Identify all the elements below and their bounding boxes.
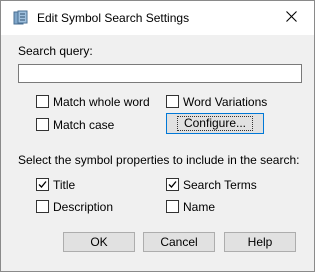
checkmark-icon <box>168 181 177 188</box>
configure-button[interactable]: Configure... <box>166 113 264 134</box>
ok-button[interactable]: OK <box>63 232 135 252</box>
close-icon <box>285 11 297 25</box>
configure-button-label: Configure... <box>176 116 254 131</box>
search-query-label: Search query: <box>18 44 93 58</box>
search-terms-label[interactable]: Search Terms <box>183 178 257 192</box>
search-terms-checkbox[interactable] <box>166 178 179 191</box>
ok-button-label: OK <box>90 235 108 249</box>
search-settings-icon <box>13 10 29 26</box>
help-button[interactable]: Help <box>224 232 296 252</box>
properties-label: Select the symbol properties to include … <box>18 153 300 167</box>
word-variations-label[interactable]: Word Variations <box>183 95 267 109</box>
description-checkbox[interactable] <box>36 200 49 213</box>
close-button[interactable] <box>279 7 303 29</box>
name-checkbox[interactable] <box>166 200 179 213</box>
title-bar: Edit Symbol Search Settings <box>1 1 314 35</box>
match-whole-word-label[interactable]: Match whole word <box>53 95 150 109</box>
match-whole-word-checkbox[interactable] <box>36 95 49 108</box>
match-case-label[interactable]: Match case <box>53 118 114 132</box>
match-case-checkbox[interactable] <box>36 118 49 131</box>
cancel-button-label: Cancel <box>160 235 198 249</box>
search-query-input[interactable] <box>18 64 302 83</box>
cancel-button[interactable]: Cancel <box>143 232 215 252</box>
checkmark-icon <box>38 181 47 188</box>
title-label[interactable]: Title <box>53 178 75 192</box>
description-label[interactable]: Description <box>53 200 113 214</box>
help-button-label: Help <box>247 235 273 249</box>
window-title: Edit Symbol Search Settings <box>37 11 190 25</box>
title-checkbox[interactable] <box>36 178 49 191</box>
word-variations-checkbox[interactable] <box>166 95 179 108</box>
name-label[interactable]: Name <box>183 200 215 214</box>
dialog-window: Edit Symbol Search Settings Search query… <box>0 0 315 272</box>
